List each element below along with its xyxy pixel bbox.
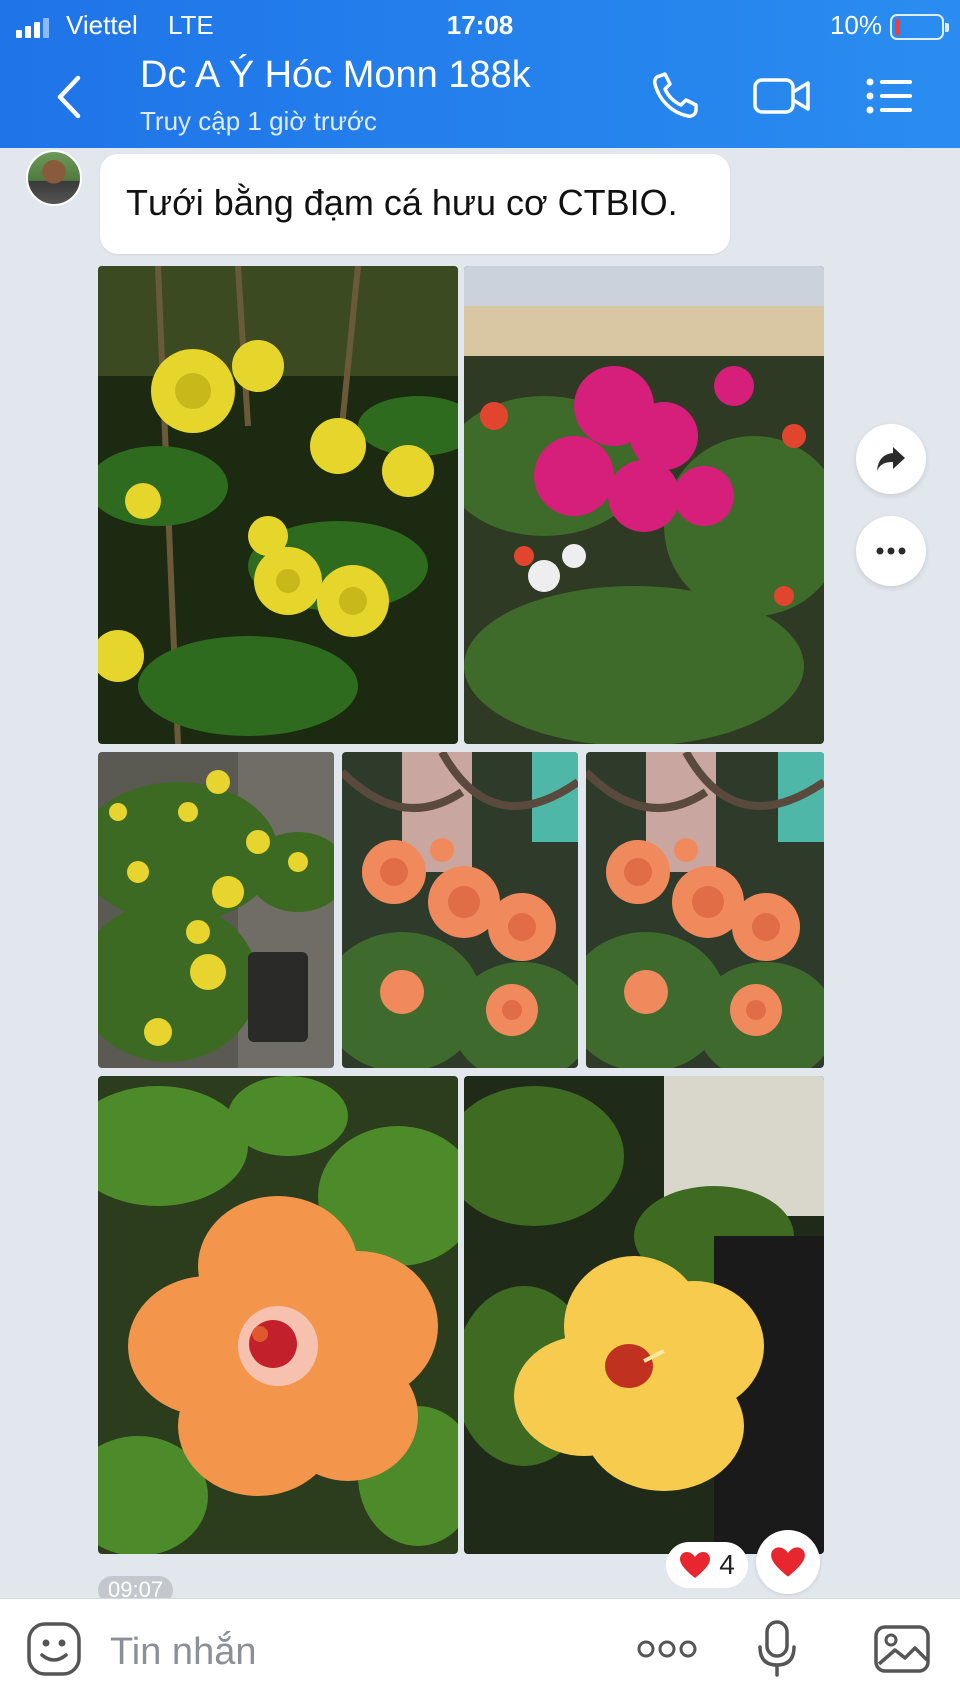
photo-roses-1[interactable] bbox=[342, 752, 578, 1068]
video-call-icon[interactable] bbox=[750, 68, 810, 124]
photo-orange-hibiscus[interactable] bbox=[98, 1076, 458, 1554]
message-input[interactable]: Tin nhắn bbox=[110, 1631, 256, 1674]
heart-icon bbox=[680, 1552, 711, 1578]
last-seen-status: Truy cập 1 giờ trước bbox=[140, 106, 377, 136]
battery-percent: 10% bbox=[829, 10, 882, 40]
battery-icon bbox=[890, 14, 949, 40]
chat-title[interactable]: Dc A Ý Hóc Monn 188k bbox=[140, 54, 531, 97]
message-text: Tưới bằng đạm cá hưu cơ CTBIO. bbox=[126, 182, 678, 223]
reaction-count: 4 bbox=[719, 1549, 735, 1580]
photo-marigold-pots[interactable] bbox=[98, 752, 334, 1068]
status-bar: Viettel LTE 17:08 10% bbox=[0, 8, 960, 44]
photo-roses-2[interactable] bbox=[586, 752, 824, 1068]
clock: 17:08 bbox=[446, 10, 514, 40]
back-icon[interactable] bbox=[48, 72, 92, 122]
chat-header: Viettel LTE 17:08 10% Dc A Ý Hóc Monn 18… bbox=[0, 0, 960, 148]
photo-marigolds[interactable] bbox=[98, 266, 458, 744]
phone-icon[interactable] bbox=[646, 68, 706, 124]
reaction-summary[interactable]: 4 bbox=[666, 1542, 748, 1588]
message-composer: Tin nhắn bbox=[0, 1598, 960, 1707]
share-arrow-icon bbox=[877, 447, 905, 471]
image-icon[interactable] bbox=[872, 1619, 932, 1679]
avatar[interactable] bbox=[26, 150, 82, 206]
text-message-bubble[interactable]: Tưới bằng đạm cá hưu cơ CTBIO. bbox=[100, 154, 730, 254]
more-options-button[interactable] bbox=[856, 516, 926, 586]
react-button[interactable] bbox=[756, 1530, 820, 1594]
emoji-icon[interactable] bbox=[26, 1621, 82, 1677]
more-dots-icon bbox=[876, 547, 906, 555]
share-button[interactable] bbox=[856, 424, 926, 494]
menu-icon[interactable] bbox=[862, 68, 922, 124]
photo-bougainvillea[interactable] bbox=[464, 266, 824, 744]
heart-icon bbox=[771, 1547, 805, 1577]
more-dots-icon[interactable] bbox=[634, 1619, 700, 1679]
microphone-icon[interactable] bbox=[752, 1619, 802, 1679]
photo-yellow-hibiscus[interactable] bbox=[464, 1076, 824, 1554]
